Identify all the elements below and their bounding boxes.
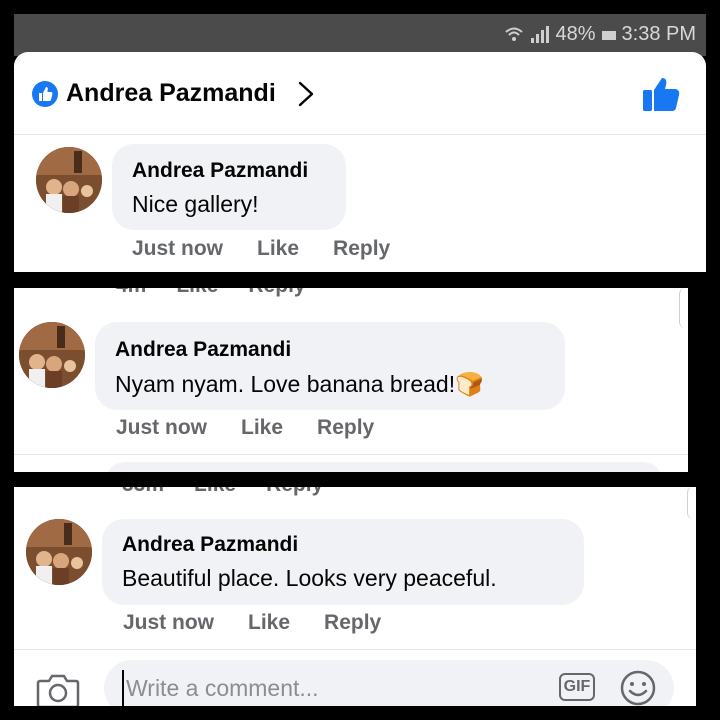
comment-author[interactable]: Andrea Pazmandi	[115, 338, 291, 362]
status-bar: 48% 3:38 PM	[14, 14, 706, 56]
scroll-edge	[687, 487, 696, 519]
like-badge-icon	[32, 81, 58, 107]
composer-divider	[14, 649, 696, 650]
like-link[interactable]: Like	[194, 487, 236, 497]
screenshot-panel-2: 4m Like Reply Andrea Pazmandi Nyam nyam.…	[14, 288, 688, 472]
next-comment-bubble-edge	[104, 462, 664, 472]
comment-text: Nyam nyam. Love banana bread!🍞	[115, 371, 484, 397]
comment-1: Andrea Pazmandi Nice gallery! Just now L…	[14, 142, 706, 272]
comment-time: Just now	[132, 237, 224, 260]
camera-icon[interactable]	[36, 671, 80, 706]
avatar[interactable]	[36, 147, 102, 213]
battery-percent: 48%	[555, 23, 596, 45]
comment-bubble[interactable]: Andrea Pazmandi Beautiful place. Looks v…	[102, 519, 584, 605]
comment-author[interactable]: Andrea Pazmandi	[122, 533, 298, 557]
comment-actions: Just now Like Reply	[116, 416, 374, 440]
comment-composer: GIF	[104, 660, 674, 706]
comment-input[interactable]	[122, 670, 528, 706]
avatar[interactable]	[26, 519, 92, 585]
comment-2: Andrea Pazmandi Nyam nyam. Love banana b…	[14, 320, 688, 450]
gif-icon[interactable]: GIF	[559, 673, 595, 701]
comment-bubble[interactable]: Andrea Pazmandi Nice gallery!	[112, 144, 346, 230]
previous-comment-actions-cut: 33m Like Reply	[122, 487, 323, 497]
reactions-header-name: Andrea Pazmandi	[66, 79, 276, 107]
comment-author[interactable]: Andrea Pazmandi	[132, 159, 308, 183]
reply-link[interactable]: Reply	[248, 288, 305, 298]
comment-text: Beautiful place. Looks very peaceful.	[122, 565, 497, 591]
previous-comment-actions-cut: 4m Like Reply	[116, 288, 306, 298]
comment-time: Just now	[123, 611, 215, 634]
reply-link[interactable]: Reply	[333, 237, 390, 261]
reply-link[interactable]: Reply	[317, 416, 374, 440]
avatar[interactable]	[19, 322, 85, 388]
comment-time: 33m	[122, 487, 164, 497]
comments-sheet: Andrea Pazmandi Andrea Pazmandi Nice gal…	[14, 52, 706, 272]
thumbs-up-icon[interactable]	[642, 76, 680, 112]
like-link[interactable]: Like	[176, 288, 218, 298]
screenshot-panel-3: 33m Like Reply Andrea Pazmandi Beautiful…	[14, 487, 696, 706]
battery-icon	[601, 30, 616, 40]
like-link[interactable]: Like	[241, 416, 283, 440]
comment-time: Just now	[116, 416, 208, 439]
comment-time: 4m	[116, 288, 146, 298]
reply-link[interactable]: Reply	[324, 611, 381, 635]
comment-bubble[interactable]: Andrea Pazmandi Nyam nyam. Love banana b…	[95, 322, 565, 410]
chevron-right-icon[interactable]	[297, 80, 315, 108]
reactions-header[interactable]: Andrea Pazmandi	[14, 52, 706, 135]
comment-3: Andrea Pazmandi Beautiful place. Looks v…	[14, 519, 696, 645]
like-link[interactable]: Like	[248, 611, 290, 635]
signal-icon	[531, 25, 550, 43]
clock: 3:38 PM	[621, 23, 696, 45]
emoji-icon[interactable]	[620, 670, 656, 706]
comment-actions: Just now Like Reply	[123, 611, 381, 635]
divider	[14, 454, 688, 455]
comment-text: Nice gallery!	[132, 191, 259, 217]
reply-link[interactable]: Reply	[266, 487, 323, 497]
comment-actions: Just now Like Reply	[132, 237, 390, 261]
screenshot-panel-1: 48% 3:38 PM Andrea Pazmandi Andrea Pazma…	[14, 14, 706, 272]
wifi-icon	[505, 27, 524, 41]
like-link[interactable]: Like	[257, 237, 299, 261]
